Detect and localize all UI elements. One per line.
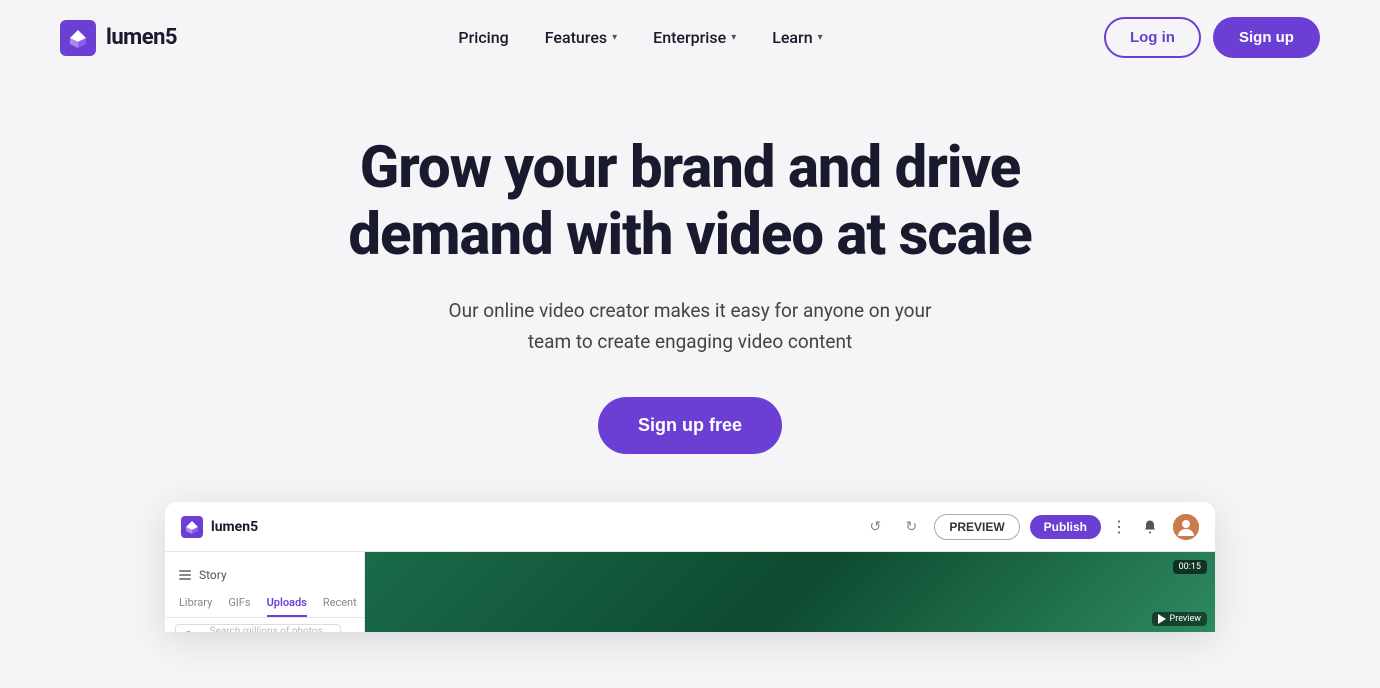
chevron-down-icon: ▾ [818,32,823,43]
app-sidebar: Story Library GIFs Uploads Recent ⚙ 🔍 Se… [165,552,365,632]
media-search-input[interactable]: 🔍 Search millions of photos and videos [175,624,341,632]
app-body: Story Library GIFs Uploads Recent ⚙ 🔍 Se… [165,552,1215,632]
app-media-tabs: Library GIFs Uploads Recent ⚙ [165,588,364,618]
undo-button[interactable]: ↺ [862,514,888,540]
search-icon: 🔍 [184,632,196,633]
hero-title: Grow your brand and drive demand with vi… [348,135,1031,268]
tab-library[interactable]: Library [179,596,212,617]
hero-subtitle: Our online video creator makes it easy f… [430,296,950,357]
sidebar-item-story[interactable]: Story [165,562,364,588]
nav-item-features[interactable]: Features ▾ [545,28,617,47]
video-preview-area [365,552,1215,632]
logo-text: lumen5 [106,25,177,50]
app-topbar: lumen5 ↺ ↻ PREVIEW Publish ⋮ [165,502,1215,552]
hero-section: Grow your brand and drive demand with vi… [0,75,1380,682]
nav-actions: Log in Sign up [1104,17,1320,58]
tab-recent[interactable]: Recent [323,596,357,617]
search-placeholder: Search millions of photos and videos [200,626,332,632]
app-logo-area: lumen5 [181,516,258,538]
redo-button[interactable]: ↻ [898,514,924,540]
logo[interactable]: lumen5 [60,20,177,56]
notifications-icon[interactable] [1137,514,1163,540]
chevron-down-icon: ▾ [612,32,617,43]
navbar: lumen5 Pricing Features ▾ Enterprise ▾ L… [0,0,1380,75]
app-canvas: 00:15 Preview [365,552,1215,632]
nav-item-enterprise[interactable]: Enterprise ▾ [653,28,736,47]
app-preview: lumen5 ↺ ↻ PREVIEW Publish ⋮ [165,502,1215,632]
signup-nav-button[interactable]: Sign up [1213,17,1320,58]
more-options-icon[interactable]: ⋮ [1111,517,1127,536]
search-row: 🔍 Search millions of photos and videos ≡ [165,618,364,632]
nav-item-pricing[interactable]: Pricing [458,28,508,47]
app-publish-button[interactable]: Publish [1030,515,1101,539]
logo-icon [60,20,96,56]
nav-links: Pricing Features ▾ Enterprise ▾ Learn ▾ [458,28,822,47]
login-button[interactable]: Log in [1104,17,1201,58]
app-preview-button[interactable]: PREVIEW [934,514,1019,540]
story-icon [179,570,191,580]
play-icon [1158,614,1166,624]
tab-uploads[interactable]: Uploads [267,596,307,617]
timer-badge: 00:15 [1173,560,1207,574]
tab-gifs[interactable]: GIFs [228,596,250,617]
user-avatar[interactable] [1173,514,1199,540]
preview-label: Preview [1152,612,1207,626]
nav-item-learn[interactable]: Learn ▾ [772,28,822,47]
app-logo-icon [181,516,203,538]
app-topbar-actions: ↺ ↻ PREVIEW Publish ⋮ [862,514,1199,540]
signup-hero-button[interactable]: Sign up free [598,397,782,454]
filter-icon[interactable]: ≡ [347,630,354,632]
chevron-down-icon: ▾ [731,32,736,43]
app-logo-text: lumen5 [211,519,258,535]
